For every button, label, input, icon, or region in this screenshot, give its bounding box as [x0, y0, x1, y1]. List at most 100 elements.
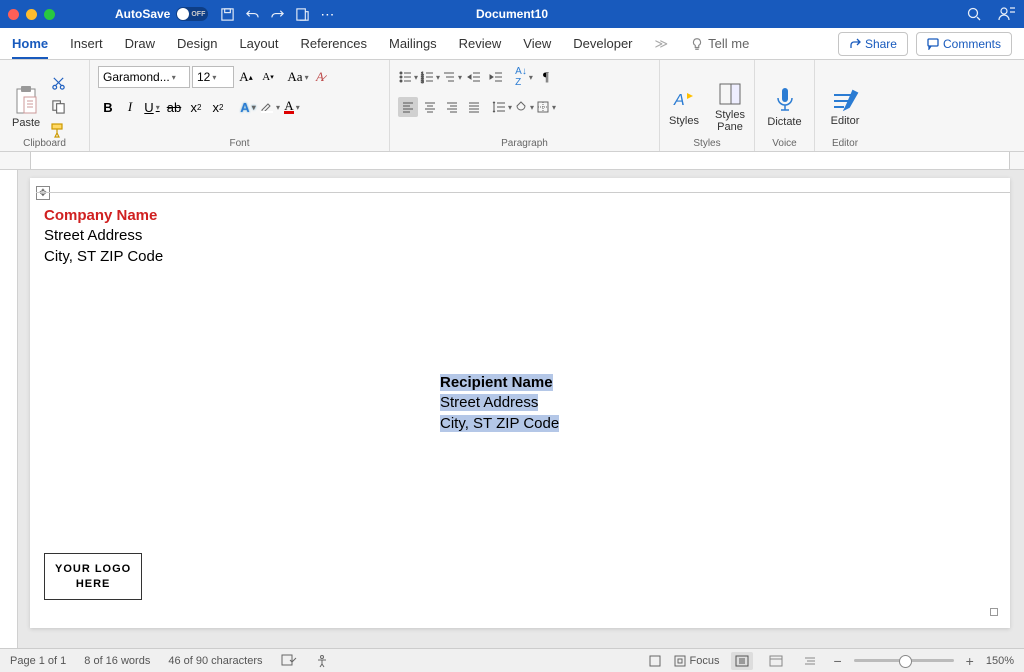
- company-name[interactable]: Company Name: [44, 206, 163, 226]
- print-layout-view-icon[interactable]: [731, 652, 753, 670]
- recipient-street[interactable]: Street Address: [440, 394, 538, 411]
- search-icon[interactable]: [966, 6, 982, 22]
- table-move-handle[interactable]: ✥: [36, 186, 50, 200]
- align-left-icon[interactable]: [398, 97, 418, 117]
- logo-placeholder[interactable]: YOUR LOGO HERE: [44, 553, 142, 600]
- align-center-icon[interactable]: [420, 97, 440, 117]
- word-count[interactable]: 8 of 16 words: [84, 655, 150, 667]
- sender-city[interactable]: City, ST ZIP Code: [44, 247, 163, 267]
- tab-review[interactable]: Review: [459, 30, 502, 57]
- dictate-button[interactable]: Dictate: [763, 84, 805, 130]
- table-resize-handle[interactable]: [990, 608, 998, 616]
- decrease-indent-icon[interactable]: [464, 67, 484, 87]
- font-name-select[interactable]: Garamond...: [98, 66, 190, 88]
- shading-icon[interactable]: [514, 97, 534, 117]
- grow-font-icon[interactable]: A▴: [236, 67, 256, 87]
- justify-icon[interactable]: [464, 97, 484, 117]
- text-effects-icon[interactable]: A: [238, 97, 258, 117]
- vertical-ruler[interactable]: [0, 170, 18, 654]
- tab-draw[interactable]: Draw: [125, 30, 155, 57]
- share-button[interactable]: Share: [838, 32, 908, 56]
- underline-button[interactable]: U: [142, 97, 162, 117]
- spellcheck-icon[interactable]: [281, 654, 297, 668]
- highlight-icon[interactable]: [260, 97, 280, 117]
- editor-button[interactable]: Editor: [827, 85, 864, 129]
- bullets-icon[interactable]: [398, 67, 418, 87]
- autosave-label: AutoSave: [115, 7, 170, 21]
- italic-button[interactable]: I: [120, 97, 140, 117]
- clear-formatting-icon[interactable]: A̷: [310, 67, 330, 87]
- more-icon[interactable]: ⋯: [320, 6, 334, 23]
- sender-block[interactable]: Company Name Street Address City, ST ZIP…: [44, 206, 163, 267]
- tab-mailings[interactable]: Mailings: [389, 30, 437, 57]
- ribbon: Paste Clipboard Garamond... 12 A▴ A▾ Aa …: [0, 60, 1024, 152]
- copy-icon[interactable]: [48, 97, 68, 117]
- tab-developer[interactable]: Developer: [573, 30, 632, 57]
- close-window-icon[interactable]: [8, 9, 19, 20]
- svg-text:3: 3: [421, 79, 424, 84]
- group-clipboard-label: Clipboard: [0, 138, 89, 149]
- styles-button[interactable]: A Styles: [665, 85, 703, 129]
- paste-button[interactable]: Paste: [8, 83, 44, 131]
- zoom-slider[interactable]: [854, 659, 954, 662]
- page-count[interactable]: Page 1 of 1: [10, 655, 66, 667]
- char-count[interactable]: 46 of 90 characters: [168, 655, 262, 667]
- font-color-icon[interactable]: A: [282, 97, 302, 117]
- zoom-in-icon[interactable]: +: [966, 653, 974, 669]
- recipient-city[interactable]: City, ST ZIP Code: [440, 415, 559, 432]
- numbering-icon[interactable]: 123: [420, 67, 440, 87]
- web-layout-view-icon[interactable]: [765, 652, 787, 670]
- align-right-icon[interactable]: [442, 97, 462, 117]
- bold-button[interactable]: B: [98, 97, 118, 117]
- sender-street[interactable]: Street Address: [44, 226, 163, 246]
- font-size-select[interactable]: 12: [192, 66, 234, 88]
- tab-design[interactable]: Design: [177, 30, 217, 57]
- redo-icon[interactable]: [270, 7, 285, 22]
- strikethrough-button[interactable]: ab: [164, 97, 184, 117]
- tab-layout[interactable]: Layout: [239, 30, 278, 57]
- change-case-icon[interactable]: Aa: [288, 67, 308, 87]
- outline-view-icon[interactable]: [799, 652, 821, 670]
- template-icon[interactable]: [295, 7, 310, 22]
- recipient-name[interactable]: Recipient Name: [440, 374, 553, 391]
- tab-overflow-icon[interactable]: ≫: [655, 36, 669, 52]
- subscript-button[interactable]: x2: [186, 97, 206, 117]
- status-bar: Page 1 of 1 8 of 16 words 46 of 90 chara…: [0, 648, 1024, 672]
- share-icon: [849, 38, 861, 50]
- tab-home[interactable]: Home: [12, 30, 48, 59]
- macro-icon[interactable]: [648, 654, 662, 668]
- maximize-window-icon[interactable]: [44, 9, 55, 20]
- multilevel-list-icon[interactable]: [442, 67, 462, 87]
- styles-icon: A: [671, 87, 697, 113]
- recipient-block[interactable]: Recipient Name Street Address City, ST Z…: [440, 373, 559, 434]
- borders-icon[interactable]: [536, 97, 556, 117]
- save-icon[interactable]: [220, 7, 235, 22]
- account-icon[interactable]: [998, 5, 1016, 23]
- tab-insert[interactable]: Insert: [70, 30, 103, 57]
- shrink-font-icon[interactable]: A▾: [258, 67, 278, 87]
- format-painter-icon[interactable]: [48, 120, 68, 140]
- zoom-out-icon[interactable]: −: [833, 653, 841, 669]
- tell-me-search[interactable]: Tell me: [690, 36, 749, 51]
- accessibility-icon[interactable]: [315, 654, 329, 668]
- tab-view[interactable]: View: [523, 30, 551, 57]
- zoom-level[interactable]: 150%: [986, 655, 1014, 667]
- line-spacing-icon[interactable]: [492, 97, 512, 117]
- cut-icon[interactable]: [48, 74, 68, 94]
- sort-icon[interactable]: A↓Z: [514, 67, 534, 87]
- group-styles-label: Styles: [660, 138, 754, 149]
- autosave-switch[interactable]: OFF: [176, 7, 208, 21]
- autosave-toggle[interactable]: AutoSave OFF: [115, 7, 208, 21]
- comments-button[interactable]: Comments: [916, 32, 1012, 56]
- horizontal-ruler[interactable]: [0, 152, 1024, 170]
- minimize-window-icon[interactable]: [26, 9, 37, 20]
- document-page[interactable]: ✥ Company Name Street Address City, ST Z…: [30, 178, 1010, 628]
- lightbulb-icon: [690, 37, 704, 51]
- superscript-button[interactable]: x2: [208, 97, 228, 117]
- styles-pane-button[interactable]: Styles Pane: [711, 79, 749, 135]
- tab-references[interactable]: References: [301, 30, 367, 57]
- show-marks-icon[interactable]: ¶: [536, 67, 556, 87]
- increase-indent-icon[interactable]: [486, 67, 506, 87]
- focus-mode[interactable]: Focus: [674, 655, 720, 667]
- undo-icon[interactable]: [245, 7, 260, 22]
